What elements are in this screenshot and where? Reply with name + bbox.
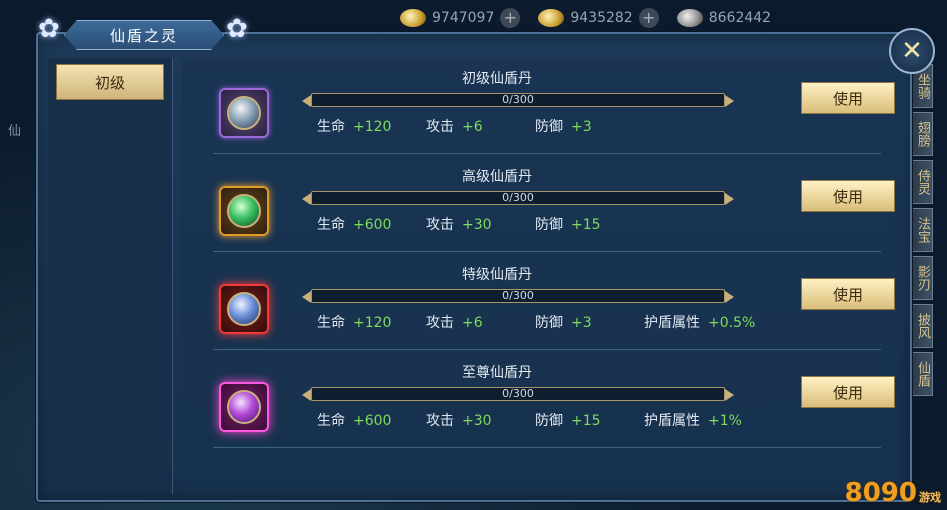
- progress-text: 0/300: [502, 387, 534, 400]
- item-name: 高级仙盾丹: [462, 169, 532, 185]
- item-name: 特级仙盾丹: [462, 267, 532, 283]
- site-watermark-logo: 8090 游戏: [844, 478, 941, 508]
- stat-attack: 攻击 +30: [426, 217, 492, 233]
- add-gold-button[interactable]: +: [500, 8, 521, 28]
- side-tab-shield[interactable]: 仙盾: [911, 352, 933, 396]
- stat-hp: 生命 +600: [317, 413, 392, 429]
- silver-ingot-icon: [538, 9, 565, 27]
- stat-hp: 生命 +600: [317, 217, 392, 233]
- grade-sidebar: 初级: [48, 58, 173, 494]
- list-item: 特级仙盾丹 0/300 生命 +120 攻击 +6 防御 +3 护盾属性 +0.5% 使…: [213, 254, 895, 350]
- progress-text: 0/300: [502, 289, 534, 302]
- side-tab-shadow-blade[interactable]: 影刃: [911, 256, 933, 300]
- shield-spirit-panel: 初级 初级仙盾丹 0/300 生命 +120 攻击 +6 防御 +3 使用 高级仙盾丹…: [36, 32, 912, 502]
- list-item: 初级仙盾丹 0/300 生命 +120 攻击 +6 防御 +3 使用: [213, 58, 895, 154]
- resource-value: 9747097: [432, 10, 495, 26]
- resource-value: 8662442: [708, 10, 772, 26]
- side-tab-cloak[interactable]: 披风: [911, 304, 933, 348]
- item-name: 初级仙盾丹: [462, 71, 532, 87]
- resource-bar: 9747097 + 9435282 + 8662442: [380, 0, 947, 36]
- side-tab-wings[interactable]: 翅膀: [911, 112, 933, 156]
- stat-defense: 防御 +3: [535, 119, 592, 135]
- stat-list: 生命 +120 攻击 +6 防御 +3 护盾属性 +0.5%: [317, 312, 784, 332]
- stat-attack: 攻击 +30: [426, 413, 492, 429]
- stat-defense: 防御 +3: [535, 315, 592, 331]
- progress-bar: 0/300: [302, 93, 734, 107]
- list-item: 至尊仙盾丹 0/300 生命 +600 攻击 +30 防御 +15 护盾属性 +1% 使…: [213, 352, 895, 448]
- progress-text: 0/300: [502, 93, 534, 106]
- side-tab-spirit[interactable]: 侍灵: [911, 160, 933, 204]
- stat-defense: 防御 +15: [535, 413, 601, 429]
- pill-item-icon[interactable]: [219, 88, 269, 138]
- stat-list: 生命 +120 攻击 +6 防御 +3: [317, 116, 644, 136]
- side-tab-treasure[interactable]: 法宝: [911, 208, 933, 252]
- use-button[interactable]: 使用: [801, 180, 895, 212]
- flower-ornament-icon: ✿: [38, 14, 60, 44]
- stat-hp: 生命 +120: [317, 315, 392, 331]
- stat-hp: 生命 +120: [317, 119, 392, 135]
- stat-list: 生命 +600 攻击 +30 防御 +15: [317, 214, 644, 234]
- tab-basic-grade[interactable]: 初级: [56, 64, 164, 100]
- close-icon: ✕: [901, 36, 923, 66]
- resource-gold: 9747097 +: [400, 8, 521, 28]
- background-side-tabs: 坐骑 翅膀 侍灵 法宝 影刃 披风 仙盾: [911, 64, 933, 396]
- use-button[interactable]: 使用: [801, 278, 895, 310]
- progress-bar: 0/300: [302, 289, 734, 303]
- list-item: 高级仙盾丹 0/300 生命 +600 攻击 +30 防御 +15 使用: [213, 156, 895, 252]
- gold-ingot-icon: [400, 9, 426, 27]
- pill-item-icon[interactable]: [219, 382, 269, 432]
- stat-shield-attribute: 护盾属性 +1%: [644, 413, 742, 429]
- pill-item-icon[interactable]: [219, 284, 269, 334]
- stat-shield-attribute: 护盾属性 +0.5%: [644, 315, 756, 331]
- resource-coin: 8662442: [676, 9, 772, 27]
- panel-title: 仙盾之灵: [64, 20, 224, 50]
- stat-attack: 攻击 +6: [426, 119, 483, 135]
- pill-item-icon[interactable]: [219, 186, 269, 236]
- item-list: 初级仙盾丹 0/300 生命 +120 攻击 +6 防御 +3 使用 高级仙盾丹 0/…: [181, 58, 901, 494]
- resource-silver: 9435282 +: [538, 8, 659, 28]
- stat-attack: 攻击 +6: [426, 315, 483, 331]
- progress-bar: 0/300: [302, 387, 734, 401]
- item-name: 至尊仙盾丹: [462, 365, 532, 381]
- stat-defense: 防御 +15: [535, 217, 601, 233]
- resource-value: 9435282: [570, 10, 633, 26]
- add-silver-button[interactable]: +: [638, 8, 659, 28]
- flower-ornament-icon: ✿: [226, 14, 248, 44]
- use-button[interactable]: 使用: [801, 82, 895, 114]
- background-left-label: 仙: [8, 124, 22, 139]
- close-button[interactable]: ✕: [889, 28, 935, 74]
- stat-list: 生命 +600 攻击 +30 防御 +15 护盾属性 +1%: [317, 410, 784, 430]
- progress-text: 0/300: [502, 191, 534, 204]
- use-button[interactable]: 使用: [801, 376, 895, 408]
- coin-icon: [676, 9, 703, 27]
- progress-bar: 0/300: [302, 191, 734, 205]
